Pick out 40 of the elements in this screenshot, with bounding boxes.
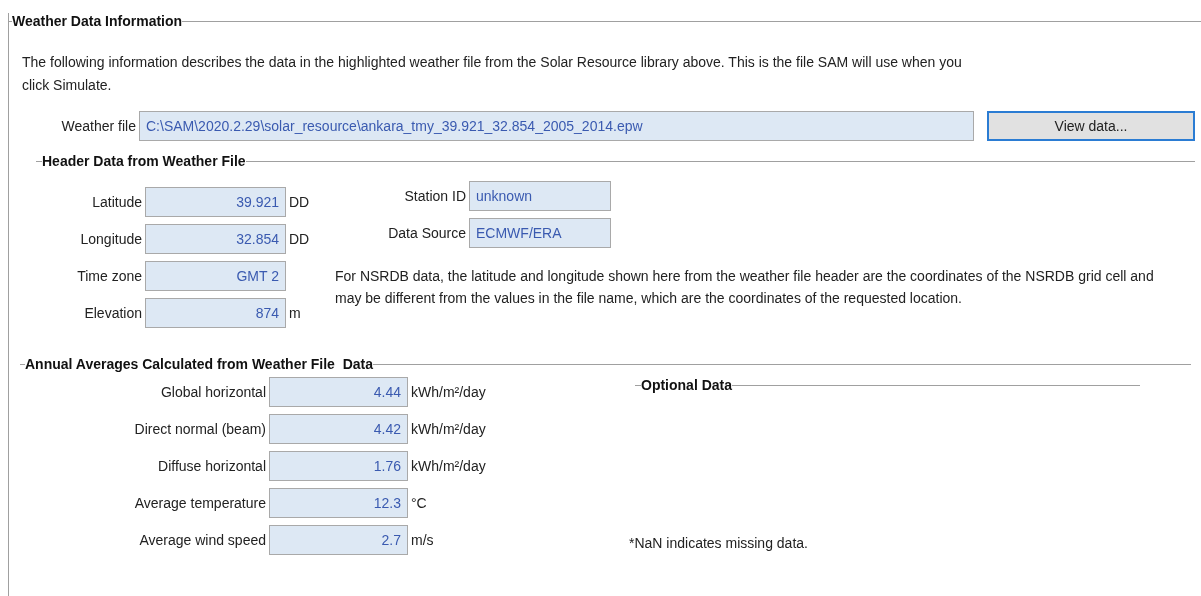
field-label: Diffuse horizontal bbox=[157, 458, 266, 474]
field-label: Time zone bbox=[76, 268, 142, 284]
value-field[interactable]: 12.3 bbox=[269, 488, 408, 518]
section-title: Weather Data Information bbox=[12, 13, 183, 29]
unit-label: m bbox=[289, 305, 302, 321]
view-data-button[interactable]: View data... bbox=[987, 111, 1195, 141]
field-label: Direct normal (beam) bbox=[133, 421, 266, 437]
value-field[interactable]: 2.7 bbox=[269, 525, 408, 555]
unit-label: DD bbox=[289, 194, 311, 210]
field-label: Average wind speed bbox=[138, 532, 266, 548]
value-field[interactable]: 4.44 bbox=[269, 377, 408, 407]
field-label: Data Source bbox=[387, 225, 466, 241]
field-label: Average temperature bbox=[133, 495, 266, 511]
section-title: Optional Data bbox=[641, 377, 732, 393]
value-field[interactable]: 4.42 bbox=[269, 414, 408, 444]
field-label: Station ID bbox=[403, 188, 466, 204]
unit-label: m/s bbox=[411, 532, 435, 548]
unit-label: kWh/m²/day bbox=[411, 458, 487, 474]
section-title: Annual Averages Calculated from Weather File Data bbox=[25, 356, 374, 372]
value-field[interactable]: 32.854 bbox=[145, 224, 286, 254]
value-field[interactable]: 874 bbox=[145, 298, 286, 328]
value-field[interactable]: GMT 2 bbox=[145, 261, 286, 291]
unit-label: kWh/m²/day bbox=[411, 421, 487, 437]
unit-label: DD bbox=[289, 231, 311, 247]
section-title: Header Data from Weather File bbox=[42, 153, 246, 169]
field-label: Elevation bbox=[83, 305, 142, 321]
value-field[interactable]: unknown bbox=[469, 181, 611, 211]
field-label: Weather file bbox=[60, 118, 136, 134]
note-text: For NSRDB data, the latitude and longitude shown here from the weather file header are the coordinates of the NSRDB grid cell and may be different from the values in the file name, which are the coordinates of the requested location. bbox=[335, 267, 1155, 308]
field-label: Longitude bbox=[79, 231, 142, 247]
unit-label: °C bbox=[411, 495, 428, 511]
value-field[interactable]: C:\SAM\2020.2.29\solar_resource\ankara_tmy_39.921_32.854_2005_2014.epw bbox=[139, 111, 974, 141]
description-text: The following information describes the data in the highlighted weather file from the Solar Resource library above. This is the file SAM will use when you click Simulate. bbox=[22, 53, 963, 95]
value-field[interactable]: 39.921 bbox=[145, 187, 286, 217]
field-label: Global horizontal bbox=[159, 384, 266, 400]
unit-label: kWh/m²/day bbox=[411, 384, 487, 400]
note-text: *NaN indicates missing data. bbox=[629, 535, 809, 553]
value-field[interactable]: 1.76 bbox=[269, 451, 408, 481]
value-field[interactable]: ECMWF/ERA bbox=[469, 218, 611, 248]
field-label: Latitude bbox=[91, 194, 142, 210]
